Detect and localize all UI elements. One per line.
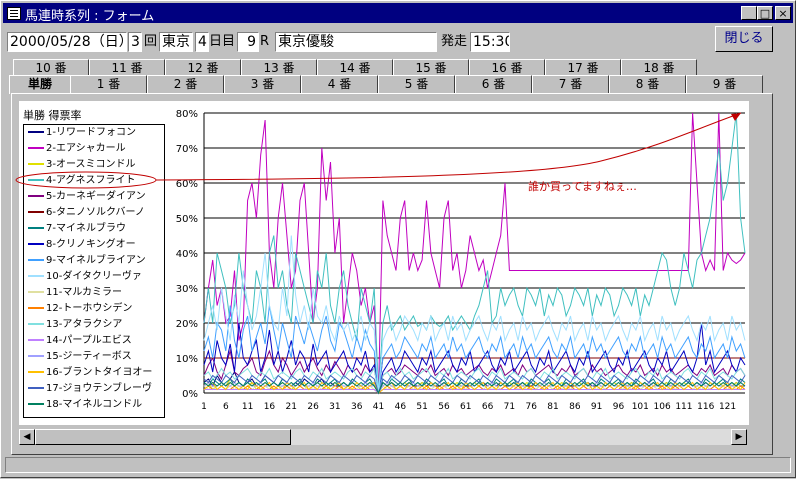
tab-3[interactable]: 3 番 <box>224 75 301 94</box>
legend-label: 5-カーネギーダイアン <box>46 191 146 202</box>
minimize-button[interactable]: _ <box>741 6 757 20</box>
legend-label: 2-エアシャカール <box>46 143 126 154</box>
legend-swatch <box>28 307 44 309</box>
legend-label: 10-ダイタクリーヴァ <box>46 271 142 282</box>
scroll-thumb[interactable] <box>35 429 291 445</box>
date-field[interactable]: 2000/05/28（日） <box>7 32 127 52</box>
legend-swatch <box>28 275 44 277</box>
legend-item: 3-オースミコンドル <box>28 157 162 173</box>
close-form-button[interactable]: 閉じる <box>715 26 773 52</box>
legend-label: 9-マイネルブライアン <box>46 255 146 266</box>
window-title: 馬連時系列 : フォーム <box>25 9 155 24</box>
legend-item: 12-トーホウシデン <box>28 301 162 317</box>
close-window-button[interactable]: × <box>775 6 791 20</box>
legend-item: 6-タニノソルクバーノ <box>28 205 162 221</box>
form-icon <box>7 7 21 20</box>
day-field[interactable]: 4 <box>195 32 209 52</box>
legend-item: 11-マルカミラー <box>28 285 162 301</box>
title-bar: 馬連時系列 : フォーム _ □ × <box>3 3 793 24</box>
legend-label: 1-リワードフォコン <box>46 127 136 138</box>
day-label: 日目 <box>209 34 236 49</box>
tab-6[interactable]: 6 番 <box>455 75 532 94</box>
legend-swatch <box>28 323 44 325</box>
race-field[interactable]: 9 <box>237 32 259 52</box>
legend-swatch <box>28 259 44 261</box>
legend-item: 10-ダイタクリーヴァ <box>28 269 162 285</box>
legend-swatch <box>28 211 44 213</box>
legend-item: 17-ジョウテンブレーヴ <box>28 381 162 397</box>
tab-9[interactable]: 9 番 <box>686 75 763 94</box>
legend-item: 5-カーネギーダイアン <box>28 189 162 205</box>
scroll-right-icon[interactable]: ▶ <box>731 429 747 445</box>
race-name-field[interactable]: 東京優駿 <box>275 32 437 52</box>
kai-label: 回 <box>144 34 158 49</box>
legend-swatch <box>28 243 44 245</box>
legend-swatch <box>28 227 44 229</box>
chart-legend: 1-リワードフォコン 2-エアシャカール 3-オースミコンドル 4-アグネスフライト 5… <box>23 124 165 418</box>
tab-win[interactable]: 単勝 <box>9 75 71 94</box>
legend-label: 18-マイネルコンドル <box>46 399 143 410</box>
legend-label: 17-ジョウテンブレーヴ <box>46 383 153 394</box>
post-label: 発走 <box>441 34 468 49</box>
tab-7[interactable]: 7 番 <box>532 75 609 94</box>
main-window: 馬連時系列 : フォーム _ □ × 2000/05/28（日） 3 回 東京 … <box>0 0 796 478</box>
tab-8[interactable]: 8 番 <box>609 75 686 94</box>
legend-swatch <box>28 179 44 181</box>
legend-item: 9-マイネルブライアン <box>28 253 162 269</box>
legend-label: 12-トーホウシデン <box>46 303 133 314</box>
chart-title: 単勝 得票率 <box>23 109 82 122</box>
legend-label: 8-クリノキングオー <box>46 239 136 250</box>
tab-4[interactable]: 4 番 <box>301 75 378 94</box>
race-label: R <box>260 34 270 49</box>
horizontal-scrollbar[interactable]: ◀ ▶ <box>19 429 747 445</box>
legend-label: 6-タニノソルクバーノ <box>46 207 145 218</box>
legend-swatch <box>28 131 44 133</box>
legend-swatch <box>28 147 44 149</box>
legend-swatch <box>28 291 44 293</box>
legend-swatch <box>28 371 44 373</box>
legend-item: 13-アタラクシア <box>28 317 162 333</box>
legend-label: 16-ブラントタイヨオー <box>46 367 153 378</box>
legend-item: 16-ブラントタイヨオー <box>28 365 162 381</box>
legend-swatch <box>28 355 44 357</box>
legend-label: 7-マイネルブラウ <box>46 223 126 234</box>
maximize-button[interactable]: □ <box>757 6 773 20</box>
legend-item: 15-ジーティーボス <box>28 349 162 365</box>
kai-field[interactable]: 3 <box>128 32 142 52</box>
legend-item: 1-リワードフォコン <box>28 125 162 141</box>
tab-1[interactable]: 1 番 <box>70 75 147 94</box>
legend-swatch <box>28 195 44 197</box>
legend-label: 11-マルカミラー <box>46 287 123 298</box>
legend-label: 14-パープルエビス <box>46 335 132 346</box>
venue-field[interactable]: 東京 <box>159 32 193 52</box>
legend-item: 18-マイネルコンドル <box>28 397 162 413</box>
legend-swatch <box>28 163 44 165</box>
tab-5[interactable]: 5 番 <box>378 75 455 94</box>
legend-label: 4-アグネスフライト <box>46 175 136 186</box>
legend-item: 7-マイネルブラウ <box>28 221 162 237</box>
status-bar <box>5 457 791 473</box>
tab-2[interactable]: 2 番 <box>147 75 224 94</box>
legend-label: 13-アタラクシア <box>46 319 123 330</box>
legend-item: 8-クリノキングオー <box>28 237 162 253</box>
legend-item: 4-アグネスフライト <box>28 173 162 189</box>
legend-item: 2-エアシャカール <box>28 141 162 157</box>
legend-swatch <box>28 403 44 405</box>
scroll-left-icon[interactable]: ◀ <box>19 429 35 445</box>
legend-label: 15-ジーティーボス <box>46 351 132 362</box>
legend-swatch <box>28 387 44 389</box>
legend-swatch <box>28 339 44 341</box>
legend-item: 14-パープルエビス <box>28 333 162 349</box>
legend-label: 3-オースミコンドル <box>46 159 136 170</box>
post-time-field[interactable]: 15:30 <box>470 32 510 52</box>
